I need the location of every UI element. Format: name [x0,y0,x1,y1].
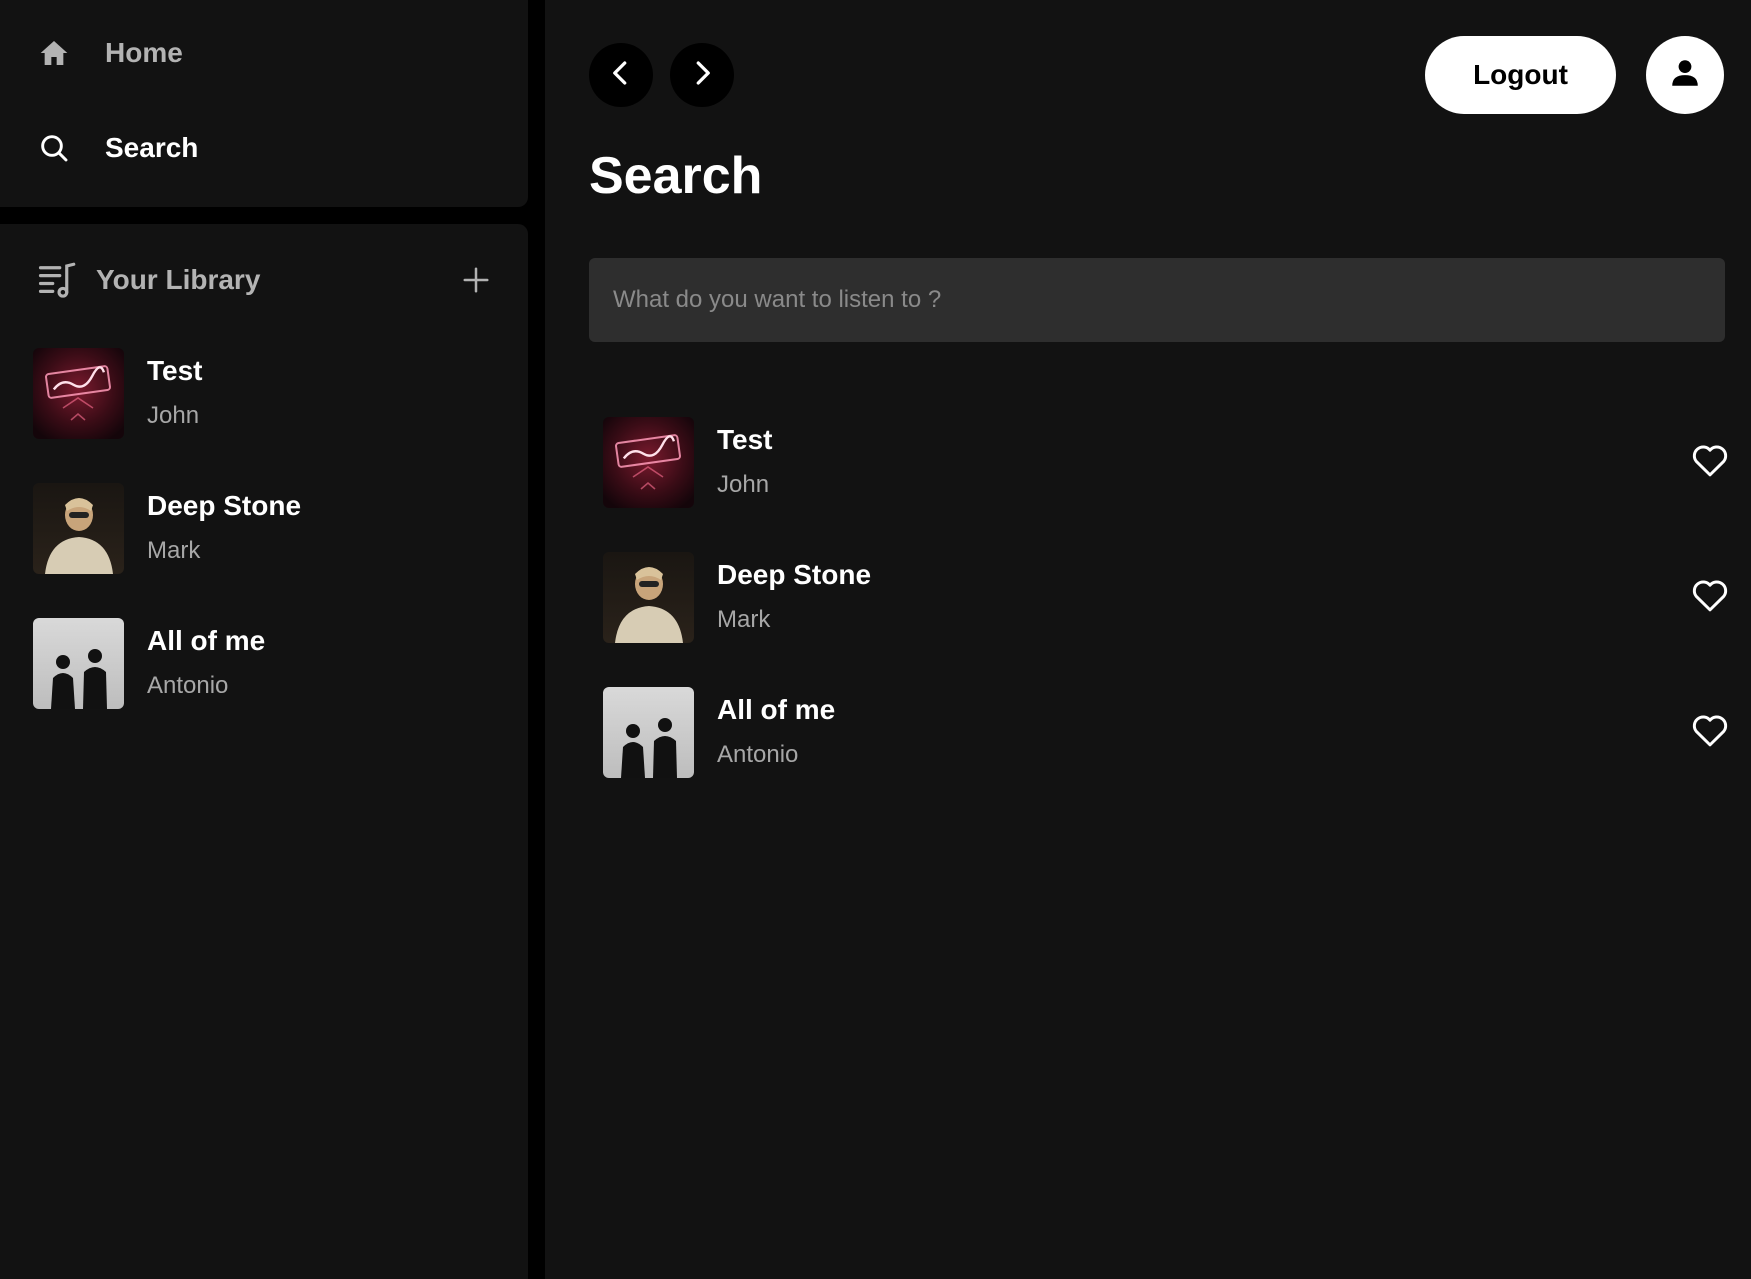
song-artist: Antonio [717,741,799,768]
song-title: Test [147,355,203,386]
forward-button[interactable] [670,43,734,107]
library-icon[interactable] [36,258,80,302]
chevron-left-icon [606,58,636,93]
search-icon [34,128,74,168]
sidebar-item-label: Search [105,132,199,163]
chevron-right-icon [687,58,717,93]
song-artist: Antonio [147,672,229,699]
sidebar-item-home[interactable]: Home [34,25,183,81]
portrait-cover [33,483,124,574]
like-button[interactable] [1687,574,1733,620]
song-title: Deep Stone [147,490,302,521]
library-title[interactable]: Your Library [96,264,260,296]
search-results: Test John Deep Stone Mark All of me Anto… [603,417,1733,822]
main-panel: Logout Search Test Joh [545,0,1751,1279]
library-item[interactable]: Deep Stone Mark [33,483,503,618]
sidebar-item-search[interactable]: Search [34,120,198,176]
library-item-meta: Deep Stone Mark [147,483,301,565]
back-button[interactable] [589,43,653,107]
library-item-meta: Test John [147,348,203,430]
heart-icon [1689,439,1731,486]
logout-button[interactable]: Logout [1425,36,1616,114]
library-item[interactable]: All of me Antonio [33,618,503,753]
library-header: Your Library [36,254,496,306]
sidebar-nav: Home Search [0,0,528,207]
duo-cover [603,687,694,778]
duo-cover [33,618,124,709]
song-title: All of me [717,694,836,725]
result-row[interactable]: Deep Stone Mark [603,552,1733,687]
home-icon [34,33,74,73]
result-row[interactable]: All of me Antonio [603,687,1733,822]
song-title: All of me [147,625,266,656]
song-title: Deep Stone [717,559,872,590]
song-artist: Mark [147,537,201,564]
plus-icon[interactable] [456,260,496,300]
app-root: Home Search Your Library Test John Deep … [0,0,1751,1279]
result-meta: Deep Stone Mark [717,552,871,634]
library-item-meta: All of me Antonio [147,618,265,700]
library-list: Test John Deep Stone Mark All of me Anto… [33,348,503,753]
result-meta: Test John [717,417,773,499]
song-artist: Mark [717,606,771,633]
library-item[interactable]: Test John [33,348,503,483]
song-artist: John [717,471,770,498]
heart-icon [1689,574,1731,621]
library-panel: Your Library Test John Deep Stone Mark A… [0,224,528,1279]
search-input[interactable] [589,258,1725,342]
sidebar-item-label: Home [105,37,183,68]
page-title: Search [589,147,763,205]
heart-icon [1689,709,1731,756]
result-row[interactable]: Test John [603,417,1733,552]
like-button[interactable] [1687,709,1733,755]
song-title: Test [717,424,773,455]
user-icon [1668,56,1702,95]
like-button[interactable] [1687,439,1733,485]
song-artist: John [147,402,200,429]
neon-sign-cover [603,417,694,508]
portrait-cover [603,552,694,643]
result-meta: All of me Antonio [717,687,835,769]
avatar-button[interactable] [1646,36,1724,114]
neon-sign-cover [33,348,124,439]
